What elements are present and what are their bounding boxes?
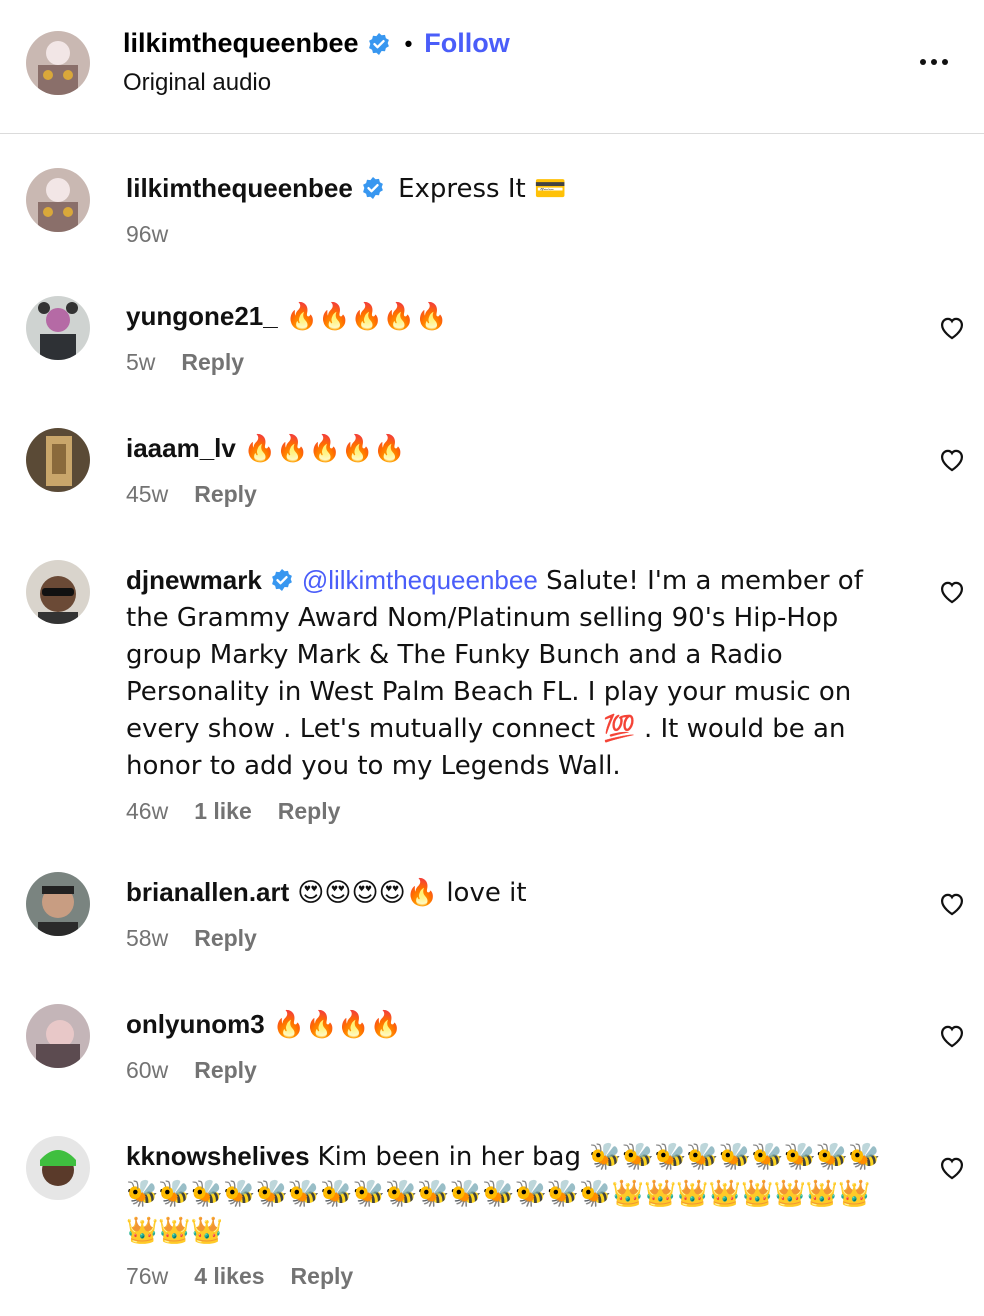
comment-text: 🔥🔥🔥🔥 [272,1010,403,1040]
heart-outline-icon[interactable] [938,1154,966,1180]
comment-username[interactable]: onlyunom3 [126,1009,265,1039]
comment-age: 46w [126,798,169,824]
heart-outline-icon[interactable] [938,890,966,916]
heart-outline-icon[interactable] [938,446,966,472]
author-username[interactable]: lilkimthequeenbee [123,28,359,59]
likes-count[interactable]: 4 likes [194,1261,264,1291]
commenter-avatar[interactable] [26,1004,90,1068]
reply-button[interactable]: Reply [278,796,341,826]
caption-text: Express It 💳 [398,174,567,204]
caption-avatar[interactable] [26,168,90,232]
comment-age: 45w [126,481,169,507]
verified-badge-icon [271,569,292,591]
comment-text: 🔥🔥🔥🔥🔥 [243,434,406,464]
comment-age: 60w [126,1057,169,1083]
caption-username[interactable]: lilkimthequeenbee [126,173,353,203]
more-horizontal-icon[interactable] [918,55,950,69]
reply-button[interactable]: Reply [181,347,244,377]
verified-badge-icon [362,177,383,199]
separator-dot: • [404,30,413,56]
commenter-avatar[interactable] [26,428,90,492]
comment-age: 76w [126,1263,169,1289]
reply-button[interactable]: Reply [291,1261,354,1291]
header-divider [0,133,984,134]
audio-subtitle[interactable]: Original audio [123,69,271,97]
heart-outline-icon[interactable] [938,1022,966,1048]
comment-username[interactable]: kknowshelives [126,1141,310,1171]
comment-age: 5w [126,349,156,375]
comment-username[interactable]: djnewmark [126,565,262,595]
comment-text: 🔥🔥🔥🔥🔥 [285,302,448,332]
mention-link[interactable]: @lilkimthequeenbee [302,565,538,595]
comment-age: 58w [126,925,169,951]
follow-button[interactable]: Follow [424,28,509,59]
reply-button[interactable]: Reply [194,479,257,509]
comment-text: Salute! I'm a member of the Grammy Award… [126,566,863,781]
heart-outline-icon[interactable] [938,578,966,604]
comment-username[interactable]: iaaam_lv [126,433,236,463]
author-row: lilkimthequeenbee • Follow [123,28,510,59]
caption-meta: 96w [126,219,906,249]
comment-age: 96w [126,221,169,247]
commenter-avatar[interactable] [26,560,90,624]
post-header: lilkimthequeenbee • Follow Original audi… [0,0,984,134]
reply-button[interactable]: Reply [194,923,257,953]
heart-outline-icon[interactable] [938,314,966,340]
likes-count[interactable]: 1 like [194,796,252,826]
author-avatar[interactable] [26,31,90,95]
commenter-avatar[interactable] [26,296,90,360]
commenter-avatar[interactable] [26,872,90,936]
comment-username[interactable]: brianallen.art [126,877,289,907]
commenter-avatar[interactable] [26,1136,90,1200]
comment-username[interactable]: yungone21_ [126,301,278,331]
comment-text: 😍😍😍😍🔥 love it [297,878,527,908]
verified-badge-icon [368,32,389,55]
reply-button[interactable]: Reply [194,1055,257,1085]
comments-panel: lilkimthequeenbee • Follow Original audi… [0,0,984,1316]
